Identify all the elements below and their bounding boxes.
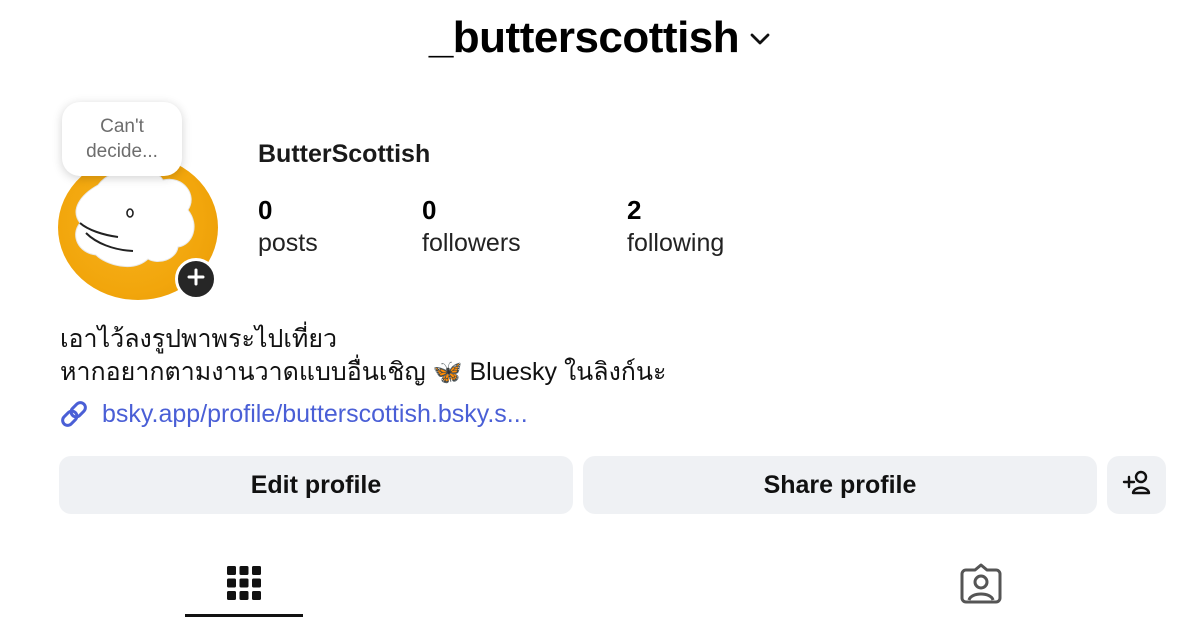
bio-line-1: เอาไว้ลงรูปพาพระไปเที่ยว <box>60 325 338 353</box>
bio-line-2-rest: Bluesky ในลิงก์นะ <box>469 358 667 386</box>
tab-tagged[interactable] <box>922 550 1040 620</box>
bio: เอาไว้ลงรูปพาพระไปเที่ยว หากอยากตามงานวา… <box>60 323 666 389</box>
tagged-icon <box>960 562 1002 609</box>
posts-count: 0 <box>258 195 273 225</box>
note-text: Can't decide... <box>86 116 158 162</box>
share-profile-button[interactable]: Share profile <box>583 456 1097 514</box>
discover-people-button[interactable] <box>1107 456 1166 514</box>
add-person-icon <box>1122 469 1152 502</box>
stat-following[interactable]: 2 following <box>627 194 724 260</box>
add-story-button[interactable] <box>175 258 217 300</box>
link-text[interactable]: bsky.app/profile/butterscottish.bsky.s..… <box>102 400 528 429</box>
avatar-container[interactable] <box>58 155 220 303</box>
followers-label: followers <box>422 229 521 257</box>
tab-posts-grid[interactable] <box>185 550 303 620</box>
note-bubble[interactable]: Can't decide... <box>62 102 182 176</box>
stat-followers[interactable]: 0 followers <box>422 194 521 260</box>
profile-page: _butterscottish Can't decide... ButterSc… <box>0 0 1200 629</box>
profile-link[interactable]: bsky.app/profile/butterscottish.bsky.s..… <box>58 398 528 430</box>
stat-posts[interactable]: 0 posts <box>258 194 318 260</box>
bio-line-2-text: หากอยากตามงานวาดแบบอื่นเชิญ <box>60 358 426 386</box>
display-name: ButterScottish <box>258 140 431 168</box>
active-tab-indicator <box>185 614 303 617</box>
following-count: 2 <box>627 195 642 225</box>
butterfly-emoji: 🦋 <box>432 359 463 386</box>
following-label: following <box>627 229 725 257</box>
chevron-down-icon[interactable] <box>749 32 771 51</box>
edit-profile-button[interactable]: Edit profile <box>59 456 573 514</box>
grid-icon <box>226 565 262 606</box>
username-title[interactable]: _butterscottish <box>429 13 740 63</box>
plus-icon <box>187 268 205 291</box>
profile-header: _butterscottish <box>0 8 1200 68</box>
posts-label: posts <box>258 229 318 257</box>
followers-count: 0 <box>422 195 437 225</box>
bio-line-2: หากอยากตามงานวาดแบบอื่นเชิญ 🦋 Bluesky ใน… <box>60 356 666 389</box>
link-icon <box>58 398 90 430</box>
